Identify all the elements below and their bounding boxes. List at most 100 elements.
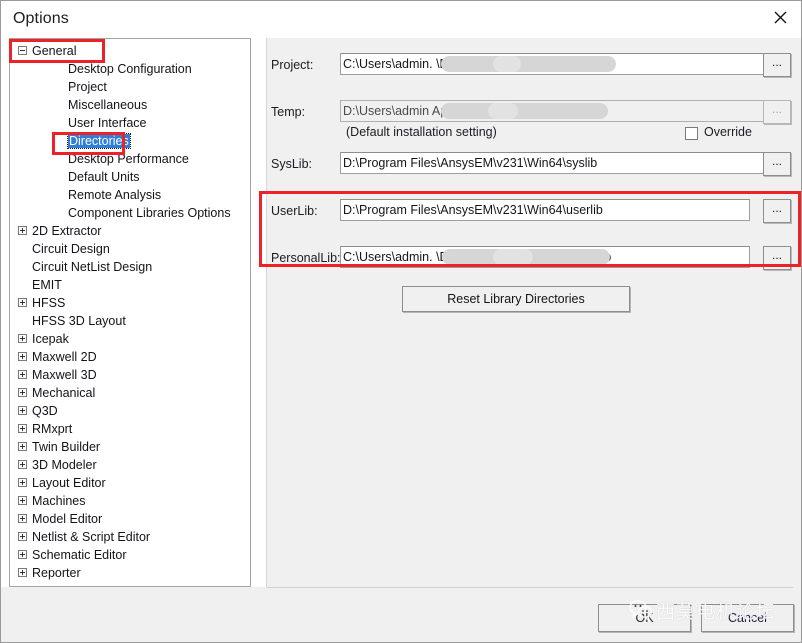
tree-item-label: User Interface <box>68 116 147 130</box>
tree-item-2d-extractor[interactable]: 2D Extractor <box>10 222 250 240</box>
tree-item-miscellaneous[interactable]: Miscellaneous <box>10 96 250 114</box>
tree-item-hfss-3d-layout[interactable]: HFSS 3D Layout <box>10 312 250 330</box>
tree-item-label: Circuit NetList Design <box>32 260 153 274</box>
footer-separator <box>267 587 793 588</box>
tree-item-label: HFSS 3D Layout <box>32 314 126 328</box>
expand-icon[interactable] <box>18 550 27 559</box>
expand-icon[interactable] <box>18 334 27 343</box>
tree-item-label: Desktop Performance <box>68 152 189 166</box>
userlib-label: UserLib: <box>271 204 318 218</box>
reset-library-directories-button[interactable]: Reset Library Directories <box>402 286 630 312</box>
tree-item-hfss[interactable]: HFSS <box>10 294 250 312</box>
tree-item-label: HFSS <box>32 296 66 310</box>
override-label[interactable]: Override <box>704 125 752 139</box>
tree-item-circuit-netlist-design[interactable]: Circuit NetList Design <box>10 258 250 276</box>
tree-item-rmxprt[interactable]: RMxprt <box>10 420 250 438</box>
tree-item-remote-analysis[interactable]: Remote Analysis <box>10 186 250 204</box>
tree-item-desktop-performance[interactable]: Desktop Performance <box>10 150 250 168</box>
expand-icon[interactable] <box>18 442 27 451</box>
close-glyph <box>774 11 786 24</box>
tree-item-default-units[interactable]: Default Units <box>10 168 250 186</box>
tree-item-label: Project <box>68 80 107 94</box>
tree-item-label: General <box>32 44 77 58</box>
expand-icon[interactable] <box>18 460 27 469</box>
collapse-icon[interactable] <box>18 46 27 55</box>
tree-item-label: 2D Extractor <box>32 224 102 238</box>
tree-item-maxwell-3d[interactable]: Maxwell 3D <box>10 366 250 384</box>
tree-item-label: Directories <box>67 132 131 150</box>
tree-item-emit[interactable]: EMIT <box>10 276 250 294</box>
userlib-browse-button[interactable]: ... <box>763 199 791 223</box>
tree-item-q3d[interactable]: Q3D <box>10 402 250 420</box>
expand-icon[interactable] <box>18 226 27 235</box>
tree-item-label: Machines <box>32 494 86 508</box>
tree-item-machines[interactable]: Machines <box>10 492 250 510</box>
options-dialog: Options General Desktop Configuration Proj… <box>0 0 802 643</box>
expand-icon[interactable] <box>18 298 27 307</box>
tree-item-label: 3D Modeler <box>32 458 97 472</box>
expand-icon[interactable] <box>18 514 27 523</box>
tree-item-component-libraries-options[interactable]: Component Libraries Options <box>10 204 250 222</box>
temp-default-note: (Default installation setting) <box>346 125 497 139</box>
tree-item-label: EMIT <box>32 278 62 292</box>
tree-item-project[interactable]: Project <box>10 78 250 96</box>
tree-item-label: Netlist & Script Editor <box>32 530 151 544</box>
tree-item-netlist-script-editor[interactable]: Netlist & Script Editor <box>10 528 250 546</box>
expand-icon[interactable] <box>18 406 27 415</box>
tree-item-label: Component Libraries Options <box>68 206 231 220</box>
expand-icon[interactable] <box>18 352 27 361</box>
project-path-input[interactable]: C:\Users\admin. \Documents\Ansoft <box>340 53 778 75</box>
personallib-label: PersonalLib: <box>271 251 341 265</box>
tree-item-twin-builder[interactable]: Twin Builder <box>10 438 250 456</box>
expand-icon[interactable] <box>18 424 27 433</box>
title-bar: Options <box>1 1 801 37</box>
tree-item-model-editor[interactable]: Model Editor <box>10 510 250 528</box>
expand-icon[interactable] <box>18 568 27 577</box>
temp-browse-button: ... <box>763 100 791 124</box>
tree-item-label: Maxwell 2D <box>32 350 97 364</box>
cancel-button[interactable]: Cancel <box>701 604 794 632</box>
tree-item-label: Schematic Editor <box>32 548 127 562</box>
expand-icon[interactable] <box>18 370 27 379</box>
tree-item-mechanical[interactable]: Mechanical <box>10 384 250 402</box>
tree-item-desktop-configuration[interactable]: Desktop Configuration <box>10 60 250 78</box>
tree-item-label: Icepak <box>32 332 69 346</box>
expand-icon[interactable] <box>18 388 27 397</box>
expand-icon[interactable] <box>18 478 27 487</box>
options-tree[interactable]: General Desktop Configuration Project Misce… <box>9 38 251 587</box>
ok-button[interactable]: OK <box>598 604 691 632</box>
close-icon[interactable] <box>757 1 801 34</box>
tree-item-3d-modeler[interactable]: 3D Modeler <box>10 456 250 474</box>
tree-item-label: Reporter <box>32 566 81 580</box>
tree-item-label: Layout Editor <box>32 476 106 490</box>
expand-icon[interactable] <box>18 532 27 541</box>
tree-item-label: Model Editor <box>32 512 103 526</box>
syslib-browse-button[interactable]: ... <box>763 152 791 176</box>
tree-item-icepak[interactable]: Icepak <box>10 330 250 348</box>
syslib-path-input[interactable]: D:\Program Files\AnsysEM\v231\Win64\sysl… <box>340 152 778 174</box>
syslib-label: SysLib: <box>271 157 312 171</box>
tree-item-layout-editor[interactable]: Layout Editor <box>10 474 250 492</box>
page-title: Options <box>13 10 69 27</box>
userlib-path-input[interactable]: D:\Program Files\AnsysEM\v231\Win64\user… <box>340 199 750 221</box>
tree-item-schematic-editor[interactable]: Schematic Editor <box>10 546 250 564</box>
tree-item-circuit-design[interactable]: Circuit Design <box>10 240 250 258</box>
tree-item-label: Remote Analysis <box>68 188 162 202</box>
tree-item-maxwell-2d[interactable]: Maxwell 2D <box>10 348 250 366</box>
temp-path-input: D:\Users\admin AppData\Local\Temp <box>340 100 778 122</box>
project-browse-button[interactable]: ... <box>763 53 791 77</box>
tree-item-reporter[interactable]: Reporter <box>10 564 250 582</box>
tree-item-label: Mechanical <box>32 386 96 400</box>
personallib-browse-button[interactable]: ... <box>763 246 791 270</box>
personallib-path-input[interactable]: C:\Users\admin. \Documents\Ansoft\Person… <box>340 246 750 268</box>
tree-item-label: Maxwell 3D <box>32 368 97 382</box>
tree-item-label: Default Units <box>68 170 140 184</box>
project-label: Project: <box>271 58 314 72</box>
tree-item-general[interactable]: General <box>10 42 250 60</box>
tree-item-user-interface[interactable]: User Interface <box>10 114 250 132</box>
override-checkbox[interactable] <box>685 127 698 140</box>
tree-item-label: Desktop Configuration <box>68 62 192 76</box>
tree-item-directories[interactable]: Directories <box>10 132 250 150</box>
expand-icon[interactable] <box>18 496 27 505</box>
panel-divider <box>266 38 267 587</box>
